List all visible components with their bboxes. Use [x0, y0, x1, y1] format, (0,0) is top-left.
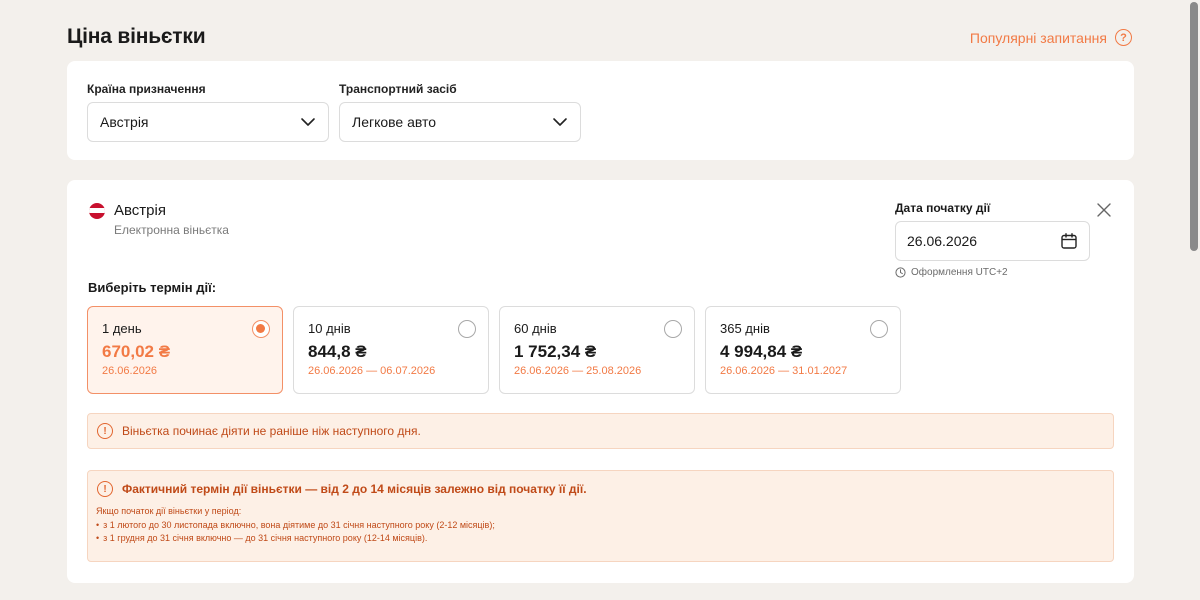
list-item: з 1 лютого до 30 листопада включно, вона…	[96, 519, 495, 532]
vignette-country: Австрія	[89, 202, 166, 219]
term-notice-list: з 1 лютого до 30 листопада включно, вона…	[96, 519, 495, 545]
term-radio[interactable]	[458, 320, 476, 338]
chevron-down-icon	[553, 118, 567, 126]
vehicle-select[interactable]: Легкове авто	[339, 102, 581, 142]
term-price: 844,8 ₴	[308, 342, 367, 361]
close-icon[interactable]	[1096, 202, 1112, 218]
filters-card: Країна призначення Австрія Транспортний …	[67, 61, 1134, 160]
start-date-value: 26.06.2026	[907, 233, 978, 249]
header: Ціна віньєтки Популярні запитання ?	[67, 0, 1134, 61]
start-notice-text: Віньєтка починає діяти не раніше ніж нас…	[122, 424, 421, 438]
scrollbar-thumb[interactable]	[1190, 2, 1198, 251]
term-option-365-days[interactable]: 365 днів 4 994,84 ₴ 26.06.2026 — 31.01.2…	[705, 306, 901, 394]
timezone-note-text: Оформлення UTC+2	[911, 267, 1008, 278]
timezone-note: Оформлення UTC+2	[895, 267, 1090, 278]
question-icon: ?	[1115, 29, 1132, 46]
austria-flag-icon	[89, 202, 105, 219]
faq-link-label: Популярні запитання	[969, 29, 1107, 46]
warning-icon: !	[97, 423, 113, 439]
page: Ціна віньєтки Популярні запитання ? Краї…	[67, 0, 1134, 583]
start-date-label: Дата початку дії	[895, 201, 991, 215]
country-select-value: Австрія	[100, 114, 149, 130]
term-date-range: 26.06.2026	[102, 365, 158, 377]
term-options: 1 день 670,02 ₴ 26.06.2026 10 днів 844,8…	[87, 306, 901, 394]
country-select[interactable]: Австрія	[87, 102, 329, 142]
start-notice: ! Віньєтка починає діяти не раніше ніж н…	[87, 413, 1114, 449]
scrollbar[interactable]	[1188, 0, 1200, 600]
vehicle-label: Транспортний засіб	[339, 82, 457, 96]
vehicle-select-value: Легкове авто	[352, 114, 437, 130]
term-duration: 365 днів	[720, 321, 770, 336]
page-title: Ціна віньєтки	[67, 25, 206, 48]
term-option-10-days[interactable]: 10 днів 844,8 ₴ 26.06.2026 — 06.07.2026	[293, 306, 489, 394]
warning-icon: !	[97, 481, 113, 497]
start-date-block: Дата початку дії 26.06.2026 Оформлення U…	[895, 201, 1090, 278]
term-radio[interactable]	[664, 320, 682, 338]
term-notice-header: ! Фактичний термін дії віньєтки — від 2 …	[97, 481, 587, 497]
term-radio[interactable]	[870, 320, 888, 338]
country-field: Країна призначення Австрія	[87, 82, 329, 142]
term-duration: 1 день	[102, 321, 142, 336]
term-price: 670,02 ₴	[102, 342, 171, 361]
term-date-range: 26.06.2026 — 06.07.2026	[308, 365, 436, 377]
faq-link[interactable]: Популярні запитання ?	[970, 29, 1132, 46]
vehicle-field: Транспортний засіб Легкове авто	[339, 82, 581, 142]
term-notice-intro: Якщо початок дії віньєтки у період:	[96, 506, 242, 516]
vignette-country-name: Австрія	[114, 202, 166, 219]
term-price: 1 752,34 ₴	[514, 342, 597, 361]
term-notice-title: Фактичний термін дії віньєтки — від 2 до…	[122, 482, 587, 496]
term-date-range: 26.06.2026 — 25.08.2026	[514, 365, 642, 377]
country-label: Країна призначення	[87, 82, 206, 96]
vignette-subtitle: Електронна віньєтка	[114, 223, 229, 237]
calendar-icon[interactable]	[1060, 232, 1078, 250]
clock-icon	[895, 267, 906, 278]
term-option-1-day[interactable]: 1 день 670,02 ₴ 26.06.2026	[87, 306, 283, 394]
term-duration: 10 днів	[308, 321, 351, 336]
term-option-60-days[interactable]: 60 днів 1 752,34 ₴ 26.06.2026 — 25.08.20…	[499, 306, 695, 394]
term-notice: ! Фактичний термін дії віньєтки — від 2 …	[87, 470, 1114, 562]
vignette-card: Австрія Електронна віньєтка Дата початку…	[67, 180, 1134, 583]
term-date-range: 26.06.2026 — 31.01.2027	[720, 365, 848, 377]
start-date-input[interactable]: 26.06.2026	[895, 221, 1090, 261]
term-radio[interactable]	[252, 320, 270, 338]
list-item: з 1 грудня до 31 січня включно — до 31 с…	[96, 532, 495, 545]
term-duration: 60 днів	[514, 321, 557, 336]
choose-term-label: Виберіть термін дії:	[88, 280, 217, 295]
chevron-down-icon	[301, 118, 315, 126]
term-price: 4 994,84 ₴	[720, 342, 803, 361]
